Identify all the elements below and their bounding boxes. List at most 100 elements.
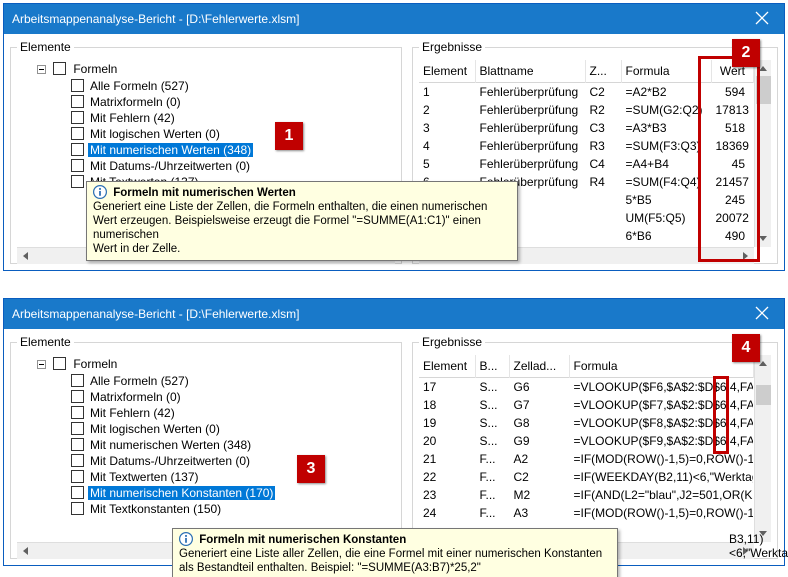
- tree-item[interactable]: Mit numerischen Werten (348): [71, 142, 395, 158]
- table-cell: Fehlerüberprüfung: [475, 137, 585, 155]
- tooltip-title: Formeln mit numerischen Konstanten: [199, 534, 406, 546]
- tree-item-checkbox[interactable]: [71, 127, 84, 140]
- table-cell: 18: [419, 396, 475, 414]
- tree-item-checkbox[interactable]: [71, 175, 84, 188]
- table-cell: Fehlerüberprüfung: [475, 82, 585, 101]
- table-row[interactable]: 3FehlerüberprüfungC3=A3*B3518: [419, 119, 754, 137]
- tree-item-checkbox[interactable]: [71, 486, 84, 499]
- table-row[interactable]: 18S...G7=VLOOKUP($F7,$A$2:$D$6,4,FALSE): [419, 396, 754, 414]
- tree-item-label: Mit Fehlern (42): [88, 111, 177, 125]
- table-row[interactable]: 17S...G6=VLOOKUP($F6,$A$2:$D$6,4,FALSE): [419, 377, 754, 396]
- table-cell: [585, 209, 621, 227]
- scroll-right-icon[interactable]: [738, 249, 753, 264]
- tree-item-checkbox[interactable]: [71, 470, 84, 483]
- table-cell: G8: [509, 414, 569, 432]
- tree-item-checkbox[interactable]: [71, 95, 84, 108]
- column-header[interactable]: Z...: [585, 60, 621, 82]
- tree-item-checkbox[interactable]: [71, 502, 84, 515]
- tree-item[interactable]: Mit Datums-/Uhrzeitwerten (0): [71, 453, 395, 469]
- overflow-row-text: B3,11)<6,"Werktag",...: [729, 532, 788, 560]
- table-row[interactable]: 5FehlerüberprüfungC4=A4+B445: [419, 155, 754, 173]
- tooltip-body: Wert in der Zelle.: [93, 243, 180, 255]
- tree-item-label: Mit Fehlern (42): [88, 406, 177, 420]
- table-cell: UM(F5:Q5): [621, 209, 711, 227]
- column-header[interactable]: Element: [419, 355, 475, 377]
- results-grid[interactable]: ElementB...Zellad...Formula 17S...G6=VLO…: [419, 355, 754, 542]
- scroll-down-icon[interactable]: [755, 231, 770, 246]
- tooltip-body: Generiert eine Liste der Zellen, die For…: [93, 201, 487, 213]
- collapse-icon[interactable]: [37, 65, 46, 74]
- tree-item-checkbox[interactable]: [71, 79, 84, 92]
- scroll-left-icon[interactable]: [18, 249, 33, 264]
- tree-item[interactable]: Mit Textkonstanten (150): [71, 501, 395, 517]
- column-header[interactable]: Zellad...: [509, 355, 569, 377]
- close-icon: [755, 11, 769, 28]
- table-row[interactable]: 21F...A2=IF(MOD(ROW()-1,5)=0,ROW()-1,IF(…: [419, 450, 754, 468]
- tree-item[interactable]: Mit logischen Werten (0): [71, 421, 395, 437]
- tree-item-label: Matrixformeln (0): [88, 95, 183, 109]
- tree-item-checkbox[interactable]: [71, 159, 84, 172]
- table-cell: 23: [419, 486, 475, 504]
- table-row[interactable]: 19S...G8=VLOOKUP($F8,$A$2:$D$6,4,FALSE): [419, 414, 754, 432]
- table-row[interactable]: 20S...G9=VLOOKUP($F9,$A$2:$D$6,4,FALSE): [419, 432, 754, 450]
- table-row[interactable]: 23F...M2=IF(AND(L2="blau",J2=501,OR(K2=4…: [419, 486, 754, 504]
- tree-item-checkbox[interactable]: [71, 390, 84, 403]
- tree-item[interactable]: Mit numerischen Konstanten (170): [71, 485, 395, 501]
- column-header[interactable]: Blattname: [475, 60, 585, 82]
- tree-item-checkbox[interactable]: [71, 438, 84, 451]
- titlebar[interactable]: Arbeitsmappenanalyse-Bericht - [D:\Fehle…: [4, 299, 784, 329]
- tree-item[interactable]: Mit Fehlern (42): [71, 405, 395, 421]
- tree-item[interactable]: Mit logischen Werten (0): [71, 126, 395, 142]
- column-header[interactable]: Formula: [621, 60, 711, 82]
- table-row[interactable]: 1FehlerüberprüfungC2=A2*B2594: [419, 82, 754, 101]
- table-row[interactable]: 4FehlerüberprüfungR3=SUM(F3:Q3)18369: [419, 137, 754, 155]
- column-header[interactable]: Element: [419, 60, 475, 82]
- tree-item-checkbox[interactable]: [71, 374, 84, 387]
- tree-item[interactable]: Mit Textwerten (137): [71, 469, 395, 485]
- tree-item-checkbox[interactable]: [71, 422, 84, 435]
- tree-item[interactable]: Mit numerischen Werten (348): [71, 437, 395, 453]
- table-cell: =SUM(G2:Q2): [621, 101, 711, 119]
- tree-item[interactable]: Mit Datums-/Uhrzeitwerten (0): [71, 158, 395, 174]
- tree-item[interactable]: Matrixformeln (0): [71, 94, 395, 110]
- tree-item[interactable]: Matrixformeln (0): [71, 389, 395, 405]
- info-icon: [179, 532, 193, 546]
- tree-item-checkbox[interactable]: [71, 454, 84, 467]
- results-vertical-scrollbar[interactable]: [754, 60, 771, 247]
- tree-item-label: Matrixformeln (0): [88, 390, 183, 404]
- table-cell: G6: [509, 377, 569, 396]
- table-row[interactable]: 24F...A3=IF(MOD(ROW()-1,5)=0,ROW()-1,IF(…: [419, 504, 754, 522]
- titlebar[interactable]: Arbeitsmappenanalyse-Bericht - [D:\Fehle…: [4, 4, 784, 34]
- window-title: Arbeitsmappenanalyse-Bericht - [D:\Fehle…: [12, 307, 299, 321]
- table-cell: =A4+B4: [621, 155, 711, 173]
- table-row[interactable]: 22F...C2=IF(WEEKDAY(B2,11)<6,"Werktag"..…: [419, 468, 754, 486]
- collapse-icon[interactable]: [37, 360, 46, 369]
- table-cell: F...: [475, 486, 509, 504]
- window-close-button[interactable]: [739, 4, 784, 34]
- window-close-button[interactable]: [739, 299, 784, 329]
- table-cell: F...: [475, 450, 509, 468]
- tree-item-checkbox[interactable]: [71, 111, 84, 124]
- scrollbar-thumb[interactable]: [756, 385, 771, 405]
- tree-item[interactable]: Mit Fehlern (42): [71, 110, 395, 126]
- tree-item-checkbox[interactable]: [71, 143, 84, 156]
- results-panel-legend: Ergebnisse: [419, 40, 485, 54]
- table-cell: R2: [585, 101, 621, 119]
- tree-item[interactable]: Alle Formeln (527): [71, 373, 395, 389]
- tree-item-checkbox[interactable]: [71, 406, 84, 419]
- column-header[interactable]: Formula: [569, 355, 754, 377]
- scrollbar-thumb[interactable]: [756, 76, 771, 104]
- table-cell: =VLOOKUP($F9,$A$2:$D$6,4,FALSE): [569, 432, 754, 450]
- scroll-left-icon[interactable]: [18, 544, 33, 559]
- table-row[interactable]: 2FehlerüberprüfungR2=SUM(G2:Q2)17813: [419, 101, 754, 119]
- tree-root-checkbox[interactable]: [53, 357, 66, 370]
- tree-item-label: Mit numerischen Werten (348): [88, 143, 253, 157]
- tree-item-label: Alle Formeln (527): [88, 374, 191, 388]
- annotation-callout-4: 4: [732, 334, 760, 362]
- tree-root-checkbox[interactable]: [53, 62, 66, 75]
- table-cell: C3: [585, 119, 621, 137]
- results-vertical-scrollbar[interactable]: [754, 355, 771, 542]
- column-header[interactable]: B...: [475, 355, 509, 377]
- table-cell: 1: [419, 82, 475, 101]
- tree-item[interactable]: Alle Formeln (527): [71, 78, 395, 94]
